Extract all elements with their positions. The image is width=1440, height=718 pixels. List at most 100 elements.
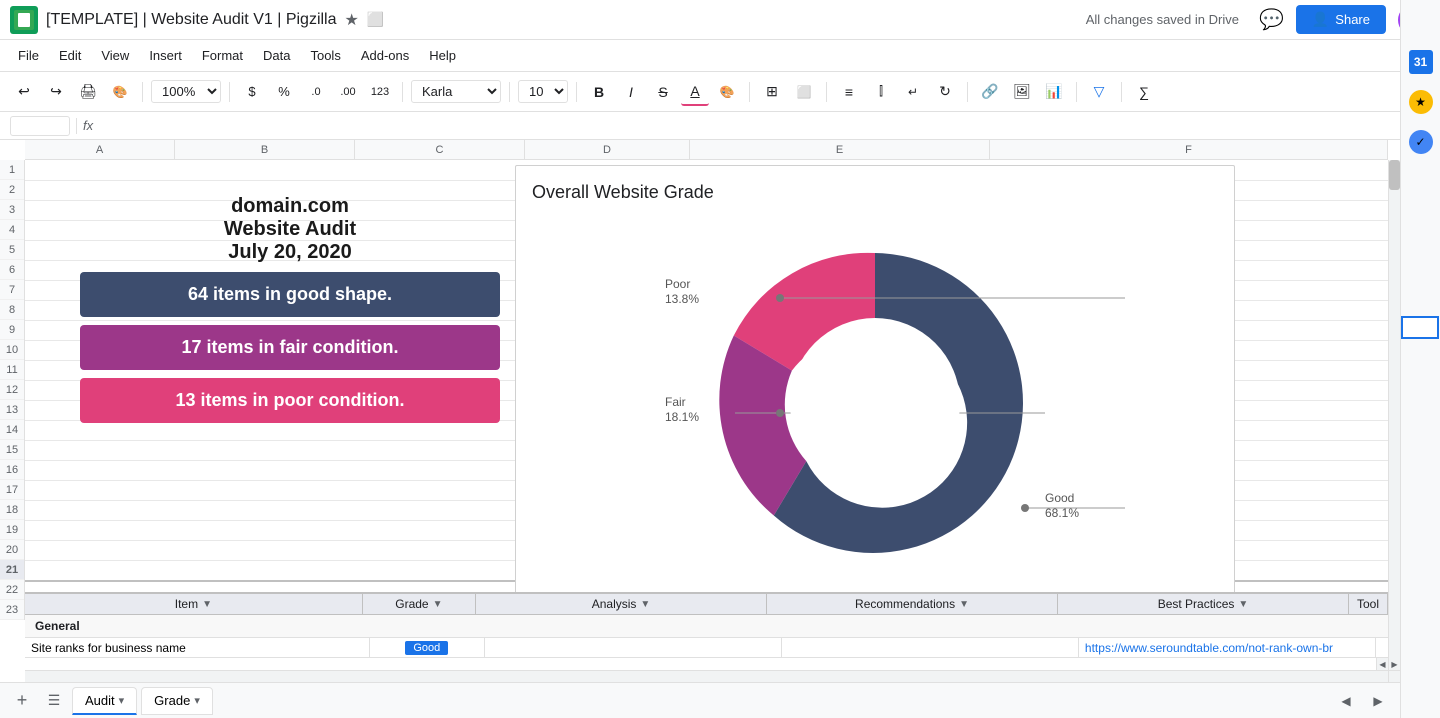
tab-audit-label: Audit	[85, 693, 115, 708]
toolbar: ↩ ↪ 🖨 🎨 100% $ % .0 .00 123 Karla 10 B I…	[0, 72, 1440, 112]
svg-text:68.1%: 68.1%	[1045, 506, 1079, 520]
italic-button[interactable]: I	[617, 78, 645, 106]
tab-audit[interactable]: Audit ▾	[72, 687, 137, 715]
filter-button[interactable]: ▽	[1085, 78, 1113, 106]
comments-icon[interactable]: 💬	[1259, 7, 1284, 32]
menu-tools[interactable]: Tools	[302, 44, 348, 67]
menu-edit[interactable]: Edit	[51, 44, 89, 67]
col-analysis-filter[interactable]: ▼	[640, 599, 650, 610]
toolbar-sep-1	[142, 82, 143, 102]
scrollbar-horizontal[interactable]	[25, 670, 1388, 682]
toolbar-sep-6	[749, 82, 750, 102]
add-sheet-button[interactable]: +	[8, 687, 36, 715]
link-button[interactable]: 🔗	[976, 78, 1004, 106]
star-icon[interactable]: ★	[345, 10, 359, 30]
image-button[interactable]: 🖼	[1008, 78, 1036, 106]
cell-recommendations[interactable]	[782, 638, 1079, 657]
row-num-2: 2	[0, 180, 24, 200]
fontsize-select[interactable]: 10	[518, 80, 568, 103]
undo-button[interactable]: ↩	[10, 78, 38, 106]
svg-text:Fair: Fair	[665, 395, 686, 409]
cell-best-practices[interactable]: https://www.seroundtable.com/not-rank-ow…	[1079, 638, 1376, 657]
folder-icon[interactable]: ⬜	[367, 11, 384, 28]
sidebar-icon-31[interactable]: 31	[1409, 50, 1433, 74]
cell-tools[interactable]	[1376, 638, 1388, 657]
col-header-b[interactable]: B	[175, 140, 355, 159]
col-header-a[interactable]: A	[25, 140, 175, 159]
paintformat-button[interactable]: 🎨	[106, 78, 134, 106]
svg-text:18.1%: 18.1%	[665, 410, 699, 424]
row-num-13: 13	[0, 400, 24, 420]
menu-help[interactable]: Help	[421, 44, 464, 67]
col-best-practices: Best Practices ▼	[1058, 594, 1349, 614]
borders-button[interactable]: ⊞	[758, 78, 786, 106]
section-row: General	[25, 615, 1388, 638]
good-stat-bar: 64 items in good shape.	[80, 272, 500, 317]
col-header-c[interactable]: C	[355, 140, 525, 159]
left-panel: domain.com Website Audit July 20, 2020 6…	[80, 195, 500, 431]
col-tools: Tool	[1349, 594, 1388, 614]
font-select[interactable]: Karla	[411, 80, 501, 103]
col-grade: Grade ▼	[363, 594, 476, 614]
strikethrough-button[interactable]: S	[649, 78, 677, 106]
row-num-16: 16	[0, 460, 24, 480]
tab-prev-button[interactable]: ◀	[1332, 687, 1360, 715]
col-bp-filter[interactable]: ▼	[1238, 599, 1248, 610]
col-header-f[interactable]: F	[990, 140, 1388, 159]
menu-file[interactable]: File	[10, 44, 47, 67]
tab-grade-arrow[interactable]: ▾	[194, 694, 200, 707]
col-item-filter[interactable]: ▼	[202, 599, 212, 610]
row-num-1: 1	[0, 160, 24, 180]
col-analysis: Analysis ▼	[476, 594, 767, 614]
underline-button[interactable]: A	[681, 78, 709, 106]
decimal-less-button[interactable]: .0	[302, 78, 330, 106]
decimal-more-button[interactable]: .00	[334, 78, 362, 106]
align-h-button[interactable]: ≡	[835, 78, 863, 106]
cell-reference[interactable]	[10, 116, 70, 136]
wrap-button[interactable]: ↵	[899, 78, 927, 106]
cell-analysis[interactable]	[485, 638, 782, 657]
toolbar-sep-10	[1121, 82, 1122, 102]
sheets-menu-button[interactable]: ☰	[40, 687, 68, 715]
col-grade-filter[interactable]: ▼	[433, 599, 443, 610]
scroll-corner	[1388, 670, 1400, 682]
col-recs-filter[interactable]: ▼	[959, 599, 969, 610]
merge-button[interactable]: ⬜	[790, 78, 818, 106]
col-header-d[interactable]: D	[525, 140, 690, 159]
bold-button[interactable]: B	[585, 78, 613, 106]
col-item: Item ▼	[25, 594, 363, 614]
menu-view[interactable]: View	[93, 44, 137, 67]
format-button[interactable]: 123	[366, 78, 394, 106]
tab-audit-arrow[interactable]: ▾	[119, 694, 125, 707]
menu-data[interactable]: Data	[255, 44, 298, 67]
col-recommendations: Recommendations ▼	[767, 594, 1058, 614]
chart-content: Poor 13.8% Fair 18.1% Good 68.1%	[532, 213, 1218, 593]
functions-button[interactable]: ∑	[1130, 78, 1158, 106]
tab-next-button[interactable]: ▶	[1364, 687, 1392, 715]
col-header-e[interactable]: E	[690, 140, 990, 159]
align-v-button[interactable]: ⫿	[867, 78, 895, 106]
chart-button[interactable]: 📊	[1040, 78, 1068, 106]
print-button[interactable]: 🖨	[74, 78, 102, 106]
scrollbar-vertical[interactable]	[1388, 160, 1400, 670]
sidebar-icon-star[interactable]: ★	[1409, 90, 1433, 114]
scroll-left-arrow[interactable]: ◀	[1376, 658, 1388, 670]
fill-color-button[interactable]: 🎨	[713, 78, 741, 106]
row-num-9: 9	[0, 320, 24, 340]
redo-button[interactable]: ↪	[42, 78, 70, 106]
menu-addons[interactable]: Add-ons	[353, 44, 417, 67]
sidebar-icon-check[interactable]: ✓	[1409, 130, 1433, 154]
currency-button[interactable]: $	[238, 78, 266, 106]
zoom-select[interactable]: 100%	[151, 80, 221, 103]
share-button[interactable]: 👤 Share	[1296, 5, 1386, 34]
scroll-right-arrow[interactable]: ▶	[1388, 658, 1400, 670]
cell-item[interactable]: Site ranks for business name	[25, 638, 370, 657]
date-text: July 20, 2020	[80, 241, 500, 264]
tab-grade[interactable]: Grade ▾	[141, 687, 213, 715]
menu-format[interactable]: Format	[194, 44, 251, 67]
rotate-button[interactable]: ↻	[931, 78, 959, 106]
menu-insert[interactable]: Insert	[141, 44, 190, 67]
scrollbar-thumb-vertical[interactable]	[1389, 160, 1400, 190]
percent-button[interactable]: %	[270, 78, 298, 106]
formula-input[interactable]	[99, 118, 1430, 133]
